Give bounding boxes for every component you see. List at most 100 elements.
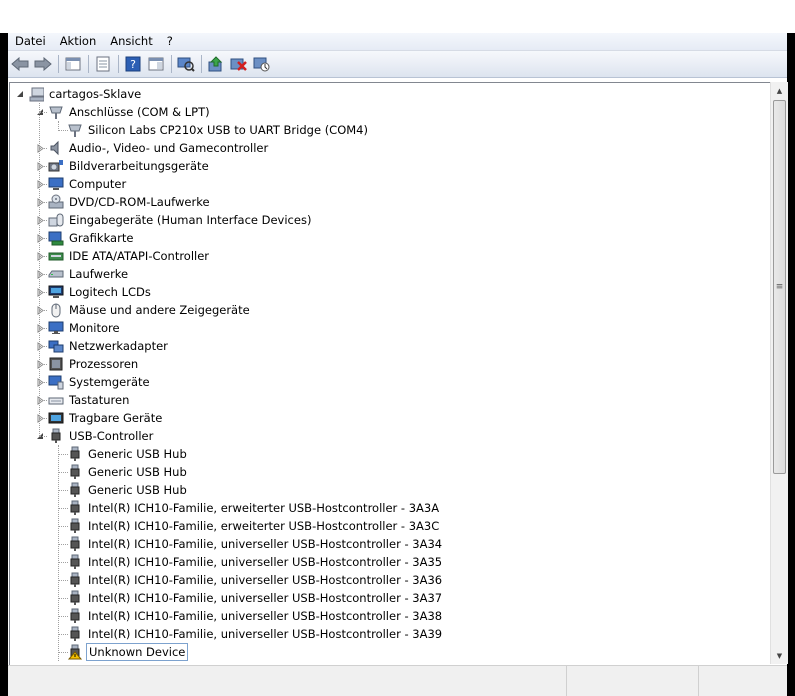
toolbar-separator <box>201 55 202 73</box>
tree-connector-line <box>58 652 68 653</box>
tree-item-label: Unknown Device <box>86 643 189 661</box>
tree-connector-line <box>39 238 47 239</box>
properties-button[interactable] <box>93 54 113 74</box>
forward-button[interactable] <box>33 54 53 74</box>
tree-item-label: Tastaturen <box>69 393 130 407</box>
tree-item-label: Tragbare Geräte <box>69 411 163 425</box>
tree-item-label: Intel(R) ICH10-Familie, universeller USB… <box>88 555 443 569</box>
portable-device-icon <box>48 410 64 426</box>
tree-device[interactable]: Intel(R) ICH10-Familie, universeller USB… <box>54 607 444 625</box>
tree-connector-line <box>39 274 47 275</box>
disable-button[interactable] <box>252 54 272 74</box>
tree-connector-line <box>58 544 68 545</box>
usb-icon <box>67 554 83 570</box>
show-hide-tree-button[interactable] <box>63 54 83 74</box>
tree-category[interactable]: IDE ATA/ATAPI-Controller <box>35 247 211 265</box>
tree-item-label: Bildverarbeitungsgeräte <box>69 159 209 173</box>
scan-hardware-button[interactable] <box>176 54 196 74</box>
menu-help[interactable]: ? <box>160 33 180 50</box>
tree-category[interactable]: Mäuse und andere Zeigegeräte <box>35 301 252 319</box>
tree-category[interactable]: Anschlüsse (COM & LPT) <box>35 103 212 121</box>
tree-device[interactable]: Generic USB Hub <box>54 481 189 499</box>
tree-connector-line <box>58 490 68 491</box>
tree-device[interactable]: Unknown Device <box>54 643 189 661</box>
uninstall-button[interactable] <box>229 54 249 74</box>
tree-device[interactable]: Intel(R) ICH10-Familie, universeller USB… <box>54 625 444 643</box>
tree-device[interactable]: Generic USB Hub <box>54 445 189 463</box>
scroll-down-button[interactable]: ▼ <box>771 647 788 664</box>
menu-aktion[interactable]: Aktion <box>53 33 104 50</box>
monitor-icon <box>48 320 64 336</box>
back-button[interactable] <box>10 54 30 74</box>
scroll-up-button[interactable]: ▲ <box>771 82 788 99</box>
tree-connector-line <box>39 292 47 293</box>
tree-device[interactable]: Intel(R) ICH10-Familie, universeller USB… <box>54 535 444 553</box>
right-desktop-strip <box>787 578 795 695</box>
update-driver-button[interactable] <box>206 54 226 74</box>
left-desktop-strip <box>0 578 8 695</box>
expanded-triangle-icon[interactable] <box>15 90 24 99</box>
tree-category[interactable]: Audio-, Video- und Gamecontroller <box>35 139 270 157</box>
tree-device[interactable]: Intel(R) ICH10-Familie, universeller USB… <box>54 571 444 589</box>
usb-icon <box>67 608 83 624</box>
tree-category[interactable]: Tastaturen <box>35 391 131 409</box>
tree-category[interactable]: Monitore <box>35 319 122 337</box>
root-computer-icon <box>28 86 44 102</box>
tree-connector-line <box>39 436 47 437</box>
tree-device[interactable]: Generic USB Hub <box>54 463 189 481</box>
tree-connector-line <box>58 634 68 635</box>
tree-connector-line <box>58 580 68 581</box>
menu-ansicht[interactable]: Ansicht <box>103 33 159 50</box>
tree-category[interactable]: Systemgeräte <box>35 373 152 391</box>
usb-icon <box>67 500 83 516</box>
menu-datei[interactable]: Datei <box>8 33 53 50</box>
help-button[interactable]: ? <box>123 54 143 74</box>
tree-category[interactable]: Logitech LCDs <box>35 283 153 301</box>
tree-category[interactable]: Bildverarbeitungsgeräte <box>35 157 211 175</box>
tree-category[interactable]: DVD/CD-ROM-Laufwerke <box>35 193 212 211</box>
usb-warning-icon <box>67 644 83 660</box>
tree-item-label: Netzwerkadapter <box>69 339 168 353</box>
view-icon <box>148 57 164 71</box>
forward-arrow-icon <box>34 57 52 71</box>
keyboard-icon <box>48 392 64 408</box>
device-manager-window: Datei Aktion Ansicht ? ? cartagos-Sklave… <box>8 33 788 665</box>
tree-category[interactable]: USB-Controller <box>35 427 155 445</box>
usb-icon <box>67 464 83 480</box>
tree-device[interactable]: Intel(R) ICH10-Familie, erweiterter USB-… <box>54 499 441 517</box>
tree-category[interactable]: Grafikkarte <box>35 229 135 247</box>
tree-item-label: Intel(R) ICH10-Familie, erweiterter USB-… <box>88 519 440 533</box>
tree-connector-line <box>39 364 47 365</box>
tree-item-label: Prozessoren <box>69 357 139 371</box>
tree-connector-line <box>39 166 47 167</box>
tree-category[interactable]: Netzwerkadapter <box>35 337 170 355</box>
scroll-thumb[interactable]: ≡ <box>773 100 786 474</box>
computer-icon <box>48 176 64 192</box>
tree-device[interactable]: Intel(R) ICH10-Familie, universeller USB… <box>54 589 444 607</box>
tree-device[interactable]: Intel(R) ICH10-Familie, universeller USB… <box>54 553 444 571</box>
tree-item-label: Laufwerke <box>69 267 129 281</box>
device-tree[interactable]: cartagos-Sklave Anschlüsse (COM & LPT) Sil… <box>9 82 770 665</box>
tree-category[interactable]: Tragbare Geräte <box>35 409 164 427</box>
tree-root[interactable]: cartagos-Sklave <box>15 85 143 103</box>
tree-item-label: Logitech LCDs <box>69 285 151 299</box>
scan-hardware-icon <box>177 57 195 72</box>
tree-connector-line <box>58 616 68 617</box>
tree-device[interactable]: Intel(R) ICH10-Familie, erweiterter USB-… <box>54 517 441 535</box>
tree-connector-line <box>39 346 47 347</box>
tree-item-label: Computer <box>69 177 127 191</box>
vertical-scrollbar[interactable]: ▲ ≡ ▼ <box>770 82 788 664</box>
mouse-icon <box>48 302 64 318</box>
tree-item-label: Intel(R) ICH10-Familie, universeller USB… <box>88 537 443 551</box>
usb-icon <box>67 626 83 642</box>
tree-category[interactable]: Computer <box>35 175 128 193</box>
tree-connector-line <box>39 256 47 257</box>
update-driver-icon <box>208 56 223 72</box>
tree-category[interactable]: Eingabegeräte (Human Interface Devices) <box>35 211 313 229</box>
tree-device[interactable]: Silicon Labs CP210x USB to UART Bridge (… <box>54 121 370 139</box>
tree-category[interactable]: Prozessoren <box>35 355 140 373</box>
usb-icon <box>67 446 83 462</box>
tree-category[interactable]: Laufwerke <box>35 265 130 283</box>
top-background <box>0 0 795 33</box>
view-button[interactable] <box>146 54 166 74</box>
